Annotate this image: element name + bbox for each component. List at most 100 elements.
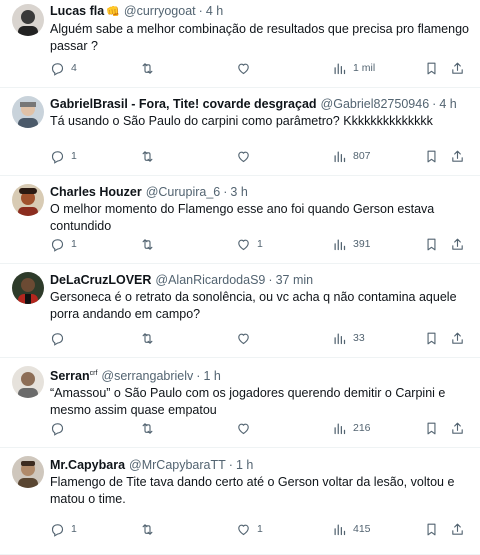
reply-button[interactable]: 1 (50, 520, 77, 538)
avatar[interactable] (12, 366, 44, 398)
bookmark-button[interactable] (424, 235, 439, 253)
views-count: 33 (353, 332, 365, 344)
retweet-icon (142, 238, 153, 250)
like-button[interactable]: 1 (236, 520, 263, 538)
tweet-header: Mr.Capybara @MrCapybaraTT · 1 h (50, 457, 470, 473)
action-bar: 33 (50, 329, 470, 347)
timestamp[interactable]: 4 h (206, 3, 223, 19)
like-button[interactable]: 1 (236, 235, 263, 253)
bookmark-button[interactable] (424, 59, 439, 77)
share-button[interactable] (450, 520, 465, 538)
author-handle[interactable]: @AlanRicardodaS9 (155, 272, 265, 288)
author-name[interactable]: Serrancrf (50, 366, 97, 384)
views-button[interactable]: 1 mil (332, 59, 375, 77)
reply-button[interactable]: 1 (50, 147, 77, 165)
reply-button[interactable]: 4 (50, 59, 77, 77)
timestamp[interactable]: 37 min (276, 272, 314, 288)
views-button[interactable]: 391 (332, 235, 371, 253)
avatar[interactable] (12, 184, 44, 216)
share-button[interactable] (450, 329, 465, 347)
views-icon (334, 333, 346, 344)
reply-icon (51, 150, 64, 164)
reply-icon (51, 422, 64, 436)
heart-icon (238, 63, 249, 74)
retweet-icon (142, 332, 153, 344)
views-button[interactable]: 216 (332, 419, 371, 437)
timestamp[interactable]: 3 h (230, 184, 247, 200)
reply-button[interactable] (50, 329, 71, 347)
timestamp[interactable]: 1 h (203, 368, 220, 384)
bookmark-button[interactable] (424, 147, 439, 165)
avatar[interactable] (12, 4, 44, 36)
separator-dot: · (198, 4, 203, 18)
retweet-icon (142, 523, 153, 535)
tweet[interactable]: Charles Houzer @Curupira_6 · 3 h O melho… (0, 176, 480, 264)
tweet[interactable]: Lucas fla 👊 @curryogoat · 4 h Alguém sab… (0, 0, 480, 88)
like-count: 1 (257, 523, 263, 535)
like-button[interactable] (236, 59, 257, 77)
author-name-text: Serran (50, 369, 90, 384)
retweet-icon (142, 62, 153, 74)
author-handle[interactable]: @curryogoat (124, 3, 196, 19)
tweet-header: Lucas fla 👊 @curryogoat · 4 h (50, 3, 470, 20)
tweet[interactable]: Mr.Capybara @MrCapybaraTT · 1 h Flamengo… (0, 448, 480, 555)
reply-button[interactable] (50, 419, 71, 437)
reply-icon (51, 332, 64, 346)
author-handle[interactable]: @Gabriel82750946 (321, 96, 430, 112)
share-button[interactable] (450, 419, 465, 437)
like-button[interactable] (236, 329, 257, 347)
avatar[interactable] (12, 272, 44, 304)
reply-count: 1 (71, 238, 77, 250)
views-count: 1 mil (353, 62, 376, 74)
heart-icon (238, 239, 249, 250)
views-icon (334, 524, 346, 535)
views-button[interactable]: 807 (332, 147, 371, 165)
author-name[interactable]: GabrielBrasil - Fora, Tite! covarde desg… (50, 96, 317, 112)
retweet-button[interactable] (140, 59, 161, 77)
bookmark-button[interactable] (424, 329, 439, 347)
avatar[interactable] (12, 456, 44, 488)
timestamp[interactable]: 1 h (236, 457, 253, 473)
action-bar: 4 1 mil (50, 59, 470, 77)
timestamp[interactable]: 4 h (439, 96, 456, 112)
share-icon (452, 150, 463, 162)
share-button[interactable] (450, 147, 465, 165)
author-name[interactable]: DeLaCruzLOVER (50, 272, 151, 288)
tweet-header: Serrancrf @serrangabrielv · 1 h (50, 366, 470, 384)
author-name[interactable]: Charles Houzer (50, 184, 142, 200)
bookmark-button[interactable] (424, 419, 439, 437)
author-name[interactable]: Lucas fla (50, 3, 104, 19)
heart-icon (238, 524, 249, 535)
retweet-button[interactable] (140, 419, 161, 437)
retweet-button[interactable] (140, 235, 161, 253)
views-button[interactable]: 33 (332, 329, 365, 347)
author-handle[interactable]: @MrCapybaraTT (129, 457, 226, 473)
avatar[interactable] (12, 96, 44, 128)
views-icon (334, 423, 346, 434)
like-button[interactable] (236, 147, 257, 165)
share-button[interactable] (450, 235, 465, 253)
share-icon (452, 332, 463, 344)
author-handle[interactable]: @Curupira_6 (146, 184, 221, 200)
reply-button[interactable]: 1 (50, 235, 77, 253)
author-name[interactable]: Mr.Capybara (50, 457, 125, 473)
like-button[interactable] (236, 419, 257, 437)
author-handle[interactable]: @serrangabrielv (101, 368, 193, 384)
retweet-button[interactable] (140, 520, 161, 538)
tweet-text: “Amassou” o São Paulo com os jogadores q… (50, 386, 446, 418)
bookmark-icon (427, 422, 436, 434)
action-bar: 1 1 391 (50, 235, 470, 253)
tweet[interactable]: DeLaCruzLOVER @AlanRicardodaS9 · 37 min … (0, 264, 480, 358)
retweet-button[interactable] (140, 329, 161, 347)
tweet-text: O melhor momento do Flamengo esse ano fo… (50, 202, 435, 233)
share-button[interactable] (450, 59, 465, 77)
reply-icon (51, 238, 64, 252)
bookmark-icon (427, 523, 436, 535)
bookmark-button[interactable] (424, 520, 439, 538)
tweet[interactable]: Serrancrf @serrangabrielv · 1 h “Amassou… (0, 358, 480, 448)
views-button[interactable]: 415 (332, 520, 371, 538)
retweet-button[interactable] (140, 147, 161, 165)
bookmark-icon (427, 62, 436, 74)
tweet[interactable]: GabrielBrasil - Fora, Tite! covarde desg… (0, 88, 480, 176)
share-icon (452, 62, 463, 74)
